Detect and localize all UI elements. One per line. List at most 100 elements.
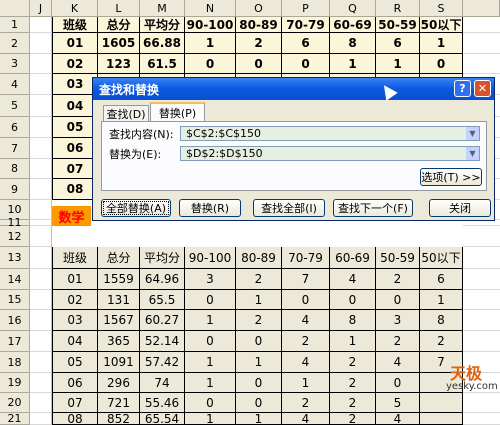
find-input[interactable]: $C$2:$C$150 ▼ xyxy=(180,126,480,141)
header-cell[interactable]: 90-100 xyxy=(185,247,236,269)
table-cell[interactable]: 2 xyxy=(282,331,330,352)
table-cell[interactable]: 4 xyxy=(282,352,330,373)
table-cell[interactable]: 1 xyxy=(185,310,236,331)
table-cell[interactable]: 1091 xyxy=(98,352,140,373)
column-header[interactable]: P xyxy=(282,0,330,17)
table-cell[interactable]: 296 xyxy=(98,373,140,393)
header-cell[interactable]: 80-89 xyxy=(236,247,282,269)
table-cell[interactable]: 6 xyxy=(282,33,330,54)
header-cell[interactable]: 70-79 xyxy=(282,247,330,269)
table-cell[interactable]: 0 xyxy=(376,290,420,310)
table-cell[interactable]: 365 xyxy=(98,331,140,352)
table-cell[interactable]: 64.96 xyxy=(140,269,185,290)
chevron-down-icon[interactable]: ▼ xyxy=(466,147,479,160)
cell[interactable] xyxy=(463,226,500,247)
cell[interactable] xyxy=(30,117,52,138)
table-cell[interactable]: 1 xyxy=(236,352,282,373)
cell[interactable] xyxy=(30,331,52,352)
row-header[interactable]: 12 xyxy=(0,226,30,247)
cell[interactable] xyxy=(463,269,500,290)
column-header[interactable]: J xyxy=(30,0,52,17)
table-cell[interactable]: 0 xyxy=(185,290,236,310)
header-cell[interactable]: 90-100 xyxy=(185,17,236,33)
tab-replace[interactable]: 替换(P) xyxy=(150,102,205,122)
header-cell[interactable]: 50以下 xyxy=(420,247,463,269)
row-header[interactable]: 2 xyxy=(0,33,30,54)
table-cell[interactable]: 02 xyxy=(52,290,98,310)
cell[interactable] xyxy=(30,413,52,425)
header-cell[interactable]: 班级 xyxy=(52,17,98,33)
row-header[interactable]: 7 xyxy=(0,138,30,159)
table-cell[interactable]: 0 xyxy=(185,54,236,74)
column-header[interactable]: O xyxy=(236,0,282,17)
cell[interactable] xyxy=(463,17,500,33)
table-cell[interactable]: 0 xyxy=(282,290,330,310)
table-cell[interactable]: 2 xyxy=(282,393,330,413)
table-cell[interactable]: 0 xyxy=(236,54,282,74)
header-cell[interactable]: 班级 xyxy=(52,247,98,269)
select-all-corner[interactable] xyxy=(0,0,30,17)
table-cell[interactable] xyxy=(420,393,463,413)
column-header[interactable]: Q xyxy=(330,0,376,17)
cell[interactable] xyxy=(463,247,500,269)
table-cell[interactable]: 131 xyxy=(98,290,140,310)
find-all-button[interactable]: 查找全部(I) xyxy=(253,199,325,217)
cell[interactable] xyxy=(463,290,500,310)
header-cell[interactable]: 70-79 xyxy=(282,17,330,33)
table-cell[interactable]: 2 xyxy=(330,393,376,413)
header-cell[interactable]: 总分 xyxy=(98,17,140,33)
cell[interactable] xyxy=(463,331,500,352)
table-cell[interactable]: 65.5 xyxy=(140,290,185,310)
cell[interactable] xyxy=(30,54,52,74)
header-cell[interactable]: 平均分 xyxy=(140,247,185,269)
chevron-down-icon[interactable]: ▼ xyxy=(466,127,479,140)
table-cell[interactable]: 1559 xyxy=(98,269,140,290)
table-cell[interactable]: 0 xyxy=(236,393,282,413)
table-cell[interactable]: 6 xyxy=(376,33,420,54)
row-header[interactable]: 13 xyxy=(0,247,30,269)
table-cell[interactable]: 8 xyxy=(420,310,463,331)
header-cell[interactable]: 50-59 xyxy=(376,247,420,269)
table-cell[interactable]: 65.54 xyxy=(140,413,185,425)
cell[interactable] xyxy=(30,200,52,220)
cell[interactable] xyxy=(30,352,52,373)
table-cell[interactable]: 7 xyxy=(282,269,330,290)
table-cell[interactable]: 1 xyxy=(236,413,282,425)
table-cell[interactable]: 4 xyxy=(282,413,330,425)
header-cell[interactable]: 60-69 xyxy=(330,247,376,269)
tab-find[interactable]: 查找(D) xyxy=(103,105,149,122)
table-cell[interactable]: 2 xyxy=(420,331,463,352)
cell[interactable] xyxy=(30,393,52,413)
cell[interactable] xyxy=(463,393,500,413)
table-cell[interactable]: 2 xyxy=(376,331,420,352)
table-cell[interactable]: 2 xyxy=(236,269,282,290)
table-cell[interactable]: 2 xyxy=(330,373,376,393)
table-cell[interactable]: 4 xyxy=(376,352,420,373)
row-header[interactable]: 17 xyxy=(0,331,30,352)
table-cell[interactable]: 4 xyxy=(282,310,330,331)
row-header[interactable]: 4 xyxy=(0,74,30,95)
table-cell[interactable]: 55.46 xyxy=(140,393,185,413)
close-icon[interactable]: ✕ xyxy=(474,80,491,97)
column-header[interactable]: L xyxy=(98,0,140,17)
cell[interactable] xyxy=(463,413,500,425)
section-title[interactable]: 数学 xyxy=(52,206,91,226)
table-cell[interactable]: 57.42 xyxy=(140,352,185,373)
header-cell[interactable]: 总分 xyxy=(98,247,140,269)
table-cell[interactable]: 3 xyxy=(185,269,236,290)
table-cell[interactable] xyxy=(420,413,463,425)
column-header[interactable]: K xyxy=(52,0,98,17)
table-cell[interactable]: 01 xyxy=(52,33,98,54)
table-cell[interactable]: 1605 xyxy=(98,33,140,54)
table-cell[interactable]: 5 xyxy=(376,393,420,413)
table-cell[interactable]: 0 xyxy=(185,331,236,352)
table-cell[interactable]: 1 xyxy=(185,413,236,425)
row-header[interactable]: 1 xyxy=(0,17,30,33)
replace-input[interactable]: $D$2:$D$150 ▼ xyxy=(180,146,480,161)
table-cell[interactable]: 05 xyxy=(52,352,98,373)
dialog-titlebar[interactable]: 查找和替换 ? ✕ xyxy=(93,78,494,100)
cell[interactable] xyxy=(463,54,500,74)
table-cell[interactable]: 123 xyxy=(98,54,140,74)
row-header[interactable]: 18 xyxy=(0,352,30,373)
cell[interactable] xyxy=(30,138,52,159)
